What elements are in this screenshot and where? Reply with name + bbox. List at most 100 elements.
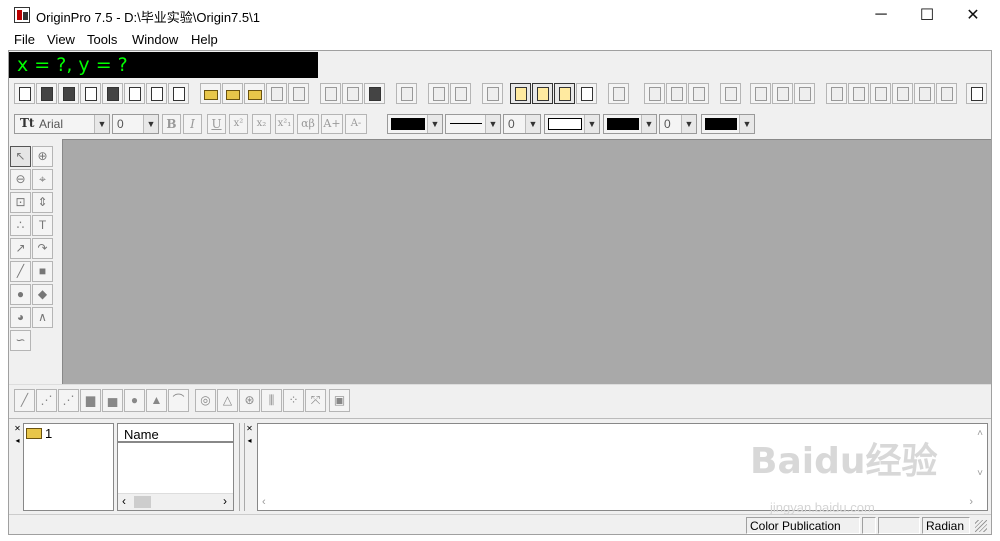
xyam-plot-icon[interactable]: ⁘ — [283, 389, 304, 412]
menu-tools[interactable]: Tools — [87, 32, 117, 47]
menu-view[interactable]: View — [47, 32, 75, 47]
code-editor-icon[interactable] — [576, 83, 597, 104]
smith-chart-icon[interactable]: ⊛ — [239, 389, 260, 412]
greek-button[interactable]: αβ — [297, 114, 319, 134]
results-log-icon[interactable] — [532, 83, 553, 104]
layer-corner-icon[interactable] — [914, 83, 935, 104]
rescale-icon[interactable] — [720, 83, 741, 104]
menu-help[interactable]: Help — [191, 32, 218, 47]
scroll-up-icon[interactable]: ˄ — [977, 428, 983, 439]
pin-icon[interactable]: ◂ — [245, 437, 254, 446]
save-template-icon[interactable] — [288, 83, 309, 104]
column-plot-icon[interactable]: ▅ — [102, 389, 123, 412]
folder-tree[interactable]: 1 — [23, 423, 114, 511]
freehand-tool-icon[interactable]: ∽ — [10, 330, 31, 351]
print-icon[interactable] — [396, 83, 417, 104]
file-list[interactable]: Name ‹ › — [117, 423, 234, 511]
scroll-right-icon[interactable]: › — [969, 496, 973, 508]
zoom-in-icon[interactable] — [644, 83, 665, 104]
underline-button[interactable]: U — [207, 114, 226, 134]
code-builder-icon[interactable] — [482, 83, 503, 104]
new-project-icon[interactable] — [14, 83, 35, 104]
layer-bottom-icon[interactable] — [848, 83, 869, 104]
new-worksheet-icon[interactable] — [36, 83, 57, 104]
supsub-button[interactable]: x²₁ — [275, 114, 294, 134]
font-select[interactable]: Tt Arial ▼ — [14, 114, 110, 134]
polar-plot-icon[interactable]: ◎ — [195, 389, 216, 412]
scroll-thumb[interactable] — [134, 496, 151, 508]
scroll-left-icon[interactable]: ‹ — [122, 494, 126, 508]
zoom-out-tool-icon[interactable]: ⊖ — [10, 169, 31, 190]
zoom-in-tool-icon[interactable]: ⊕ — [32, 146, 53, 167]
add-inset-icon[interactable] — [772, 83, 793, 104]
layer-left-icon[interactable] — [826, 83, 847, 104]
line-symbol-plot-icon[interactable]: ⋰ — [58, 389, 79, 412]
import-ascii-icon[interactable] — [320, 83, 341, 104]
text-tool-icon[interactable]: T — [32, 215, 53, 236]
add-top-axis-icon[interactable] — [794, 83, 815, 104]
fill-area-plot-icon[interactable]: ⌒ — [168, 389, 189, 412]
template-library-icon[interactable]: ⤧ — [305, 389, 326, 412]
menu-window[interactable]: Window — [132, 32, 178, 47]
resize-grip-icon[interactable] — [975, 520, 987, 532]
vector-plot-icon[interactable]: ⫼ — [261, 389, 282, 412]
italic-button[interactable]: I — [183, 114, 202, 134]
scroll-left-icon[interactable]: ‹ — [262, 496, 266, 508]
scatter-plot-icon[interactable]: ⋰ — [36, 389, 57, 412]
data-marker-tool-icon[interactable]: ∴ — [10, 215, 31, 236]
more-tools-icon[interactable] — [966, 83, 987, 104]
decrease-font-button[interactable]: A- — [345, 114, 367, 134]
line-width-select[interactable]: 0 ▼ — [503, 114, 541, 134]
area-plot-icon[interactable]: ▲ — [146, 389, 167, 412]
minimize-button[interactable]: ─ — [858, 0, 904, 30]
pointer-tool-icon[interactable]: ↖ — [10, 146, 31, 167]
new-notes-icon[interactable] — [168, 83, 189, 104]
open-excel-icon[interactable] — [244, 83, 265, 104]
scroll-right-icon[interactable]: › — [223, 494, 227, 508]
import-wizard-icon[interactable] — [364, 83, 385, 104]
screen-reader-tool-icon[interactable]: ⌖ — [32, 169, 53, 190]
data-reader-tool-icon[interactable]: ⇕ — [32, 192, 53, 213]
line-color-select[interactable]: ▼ — [387, 114, 443, 134]
rectangle-tool-icon[interactable]: ■ — [32, 261, 53, 282]
curved-arrow-tool-icon[interactable]: ↷ — [32, 238, 53, 259]
origin-app-icon[interactable] — [14, 7, 30, 23]
data-selector-tool-icon[interactable]: ⊡ — [10, 192, 31, 213]
pie-plot-icon[interactable]: ● — [124, 389, 145, 412]
region-tool-icon[interactable]: ◕ — [10, 307, 31, 328]
whole-page-icon[interactable] — [688, 83, 709, 104]
close-button[interactable]: ✕ — [950, 0, 996, 30]
open-template-icon[interactable] — [222, 83, 243, 104]
line-tool-icon[interactable]: ╱ — [10, 261, 31, 282]
bar-plot-icon[interactable]: ▆ — [80, 389, 101, 412]
polyline-tool-icon[interactable]: ∧ — [32, 307, 53, 328]
line-style-select[interactable]: ▼ — [445, 114, 501, 134]
close-icon[interactable]: ✕ — [13, 425, 22, 434]
superscript-button[interactable]: x² — [229, 114, 248, 134]
circle-tool-icon[interactable]: ● — [10, 284, 31, 305]
import-multiple-ascii-icon[interactable] — [342, 83, 363, 104]
new-excel-icon[interactable] — [58, 83, 79, 104]
add-column-icon[interactable] — [608, 83, 629, 104]
duplicate-icon[interactable] — [450, 83, 471, 104]
bold-button[interactable]: B — [162, 114, 181, 134]
layer-double-icon[interactable] — [936, 83, 957, 104]
add-layer-icon[interactable] — [750, 83, 771, 104]
graph-template-icon[interactable]: ▣ — [329, 389, 350, 412]
symbol-color-select[interactable]: ▼ — [701, 114, 755, 134]
new-graph-icon[interactable] — [80, 83, 101, 104]
font-size-select[interactable]: 0 ▼ — [112, 114, 159, 134]
list-header-name[interactable]: Name — [118, 424, 233, 443]
new-layout-icon[interactable] — [146, 83, 167, 104]
tree-root-folder[interactable]: 1 — [45, 426, 52, 441]
zoom-out-icon[interactable] — [666, 83, 687, 104]
line-plot-icon[interactable]: ╱ — [14, 389, 35, 412]
new-matrix-icon[interactable] — [102, 83, 123, 104]
project-explorer-icon[interactable] — [510, 83, 531, 104]
subscript-button[interactable]: x₂ — [252, 114, 271, 134]
arrow-tool-icon[interactable]: ↗ — [10, 238, 31, 259]
open-project-icon[interactable] — [200, 83, 221, 104]
layer-right-icon[interactable] — [870, 83, 891, 104]
pin-icon[interactable]: ◂ — [13, 437, 22, 446]
refresh-icon[interactable] — [428, 83, 449, 104]
